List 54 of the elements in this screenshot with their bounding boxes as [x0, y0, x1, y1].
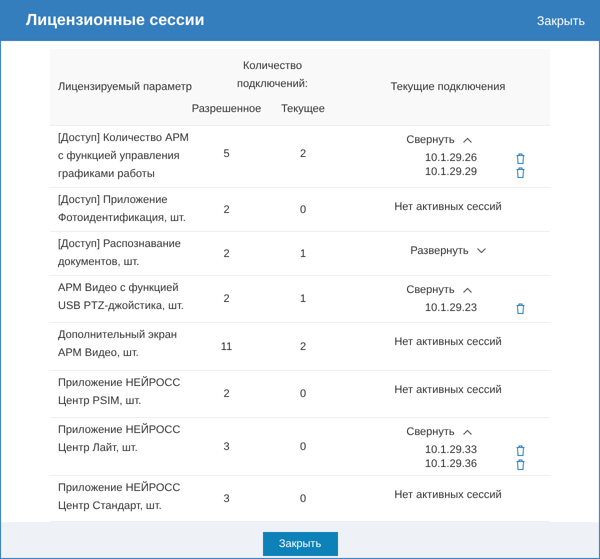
table-cell-text: 0	[298, 204, 308, 216]
close-link[interactable]: Закрыть	[536, 14, 585, 28]
no-sessions-text: Нет активных сессий	[394, 383, 502, 398]
table-cell-text: 5	[222, 148, 231, 162]
trash-icon[interactable]	[516, 444, 525, 456]
ip-address: 10.1.29.29	[425, 165, 477, 179]
ip-address: 10.1.29.26	[425, 151, 477, 165]
column-header: Разрешенное	[193, 102, 260, 116]
collapse-toggle[interactable]: Свернуть	[406, 281, 472, 299]
table-cell-text: 2	[298, 148, 308, 162]
table-cell-text: Приложение НЕЙРОСС Центр Стандарт, шт.	[57, 480, 182, 514]
expand-toggle[interactable]: Развернуть	[410, 242, 486, 260]
table-cell-text: 0	[298, 388, 308, 400]
table-cell-text: [Доступ] Распознавание документов, шт.	[57, 237, 182, 270]
no-sessions-text: Нет активных сессий	[394, 488, 502, 503]
trash-icon[interactable]	[516, 166, 525, 178]
no-sessions-text: Нет активных сессий	[394, 200, 502, 215]
table-cell-text: 2	[222, 388, 231, 400]
table-cell-text: 3	[222, 440, 231, 452]
table-cell-text: Приложение НЕЙРОСС Центр Лайт, шт.	[57, 422, 182, 456]
ip-address: 10.1.29.33	[425, 443, 477, 457]
table-cell-text: 2	[222, 293, 231, 305]
ip-address: 10.1.29.23	[425, 301, 477, 315]
table-cell-text: АРМ Видео с функцией USB PTZ-джойстика, шт.	[57, 281, 185, 314]
table-cell-text: 1	[298, 248, 308, 260]
collapse-toggle[interactable]: Свернуть	[406, 131, 472, 149]
table-cell-text: 3	[222, 492, 231, 504]
chevron-down-icon	[476, 248, 486, 254]
table-cell-text: [Доступ] Количество АРМ с функцией управления графиками работы	[57, 131, 190, 182]
table-cell-text: 11	[220, 340, 234, 352]
collapse-toggle[interactable]: Свернуть	[406, 423, 472, 441]
chevron-up-icon	[462, 137, 472, 143]
table-cell-text: 0	[298, 492, 308, 504]
close-button[interactable]: Закрыть	[262, 532, 338, 556]
column-header: Лицензируемый параметр	[57, 80, 193, 95]
table-cell-text: 0	[298, 440, 308, 452]
table-cell-text: 2	[298, 340, 308, 352]
column-header: Количество подключений:	[236, 58, 309, 92]
table-cell-text: 1	[298, 293, 308, 305]
chevron-up-icon	[462, 287, 472, 293]
table-cell-text: [Доступ] Приложение Фотоидентификация, шт.	[57, 193, 187, 226]
column-header: Текущее	[280, 102, 326, 116]
column-header: Текущие подключения	[390, 80, 506, 95]
trash-icon[interactable]	[516, 302, 525, 314]
table-cell-text: 2	[222, 204, 231, 216]
table-cell-text: 2	[222, 248, 231, 260]
table-cell-text: Приложение НЕЙРОСС Центр PSIM, шт.	[57, 375, 182, 409]
table-cell-text: Дополнительный экран АРМ Видео, шт.	[57, 328, 178, 361]
no-sessions-text: Нет активных сессий	[394, 335, 502, 350]
trash-icon[interactable]	[516, 152, 525, 164]
trash-icon[interactable]	[516, 458, 525, 470]
ip-address: 10.1.29.36	[425, 457, 477, 471]
window-title: Лицензионные сессии	[26, 12, 204, 30]
chevron-up-icon	[462, 429, 472, 435]
